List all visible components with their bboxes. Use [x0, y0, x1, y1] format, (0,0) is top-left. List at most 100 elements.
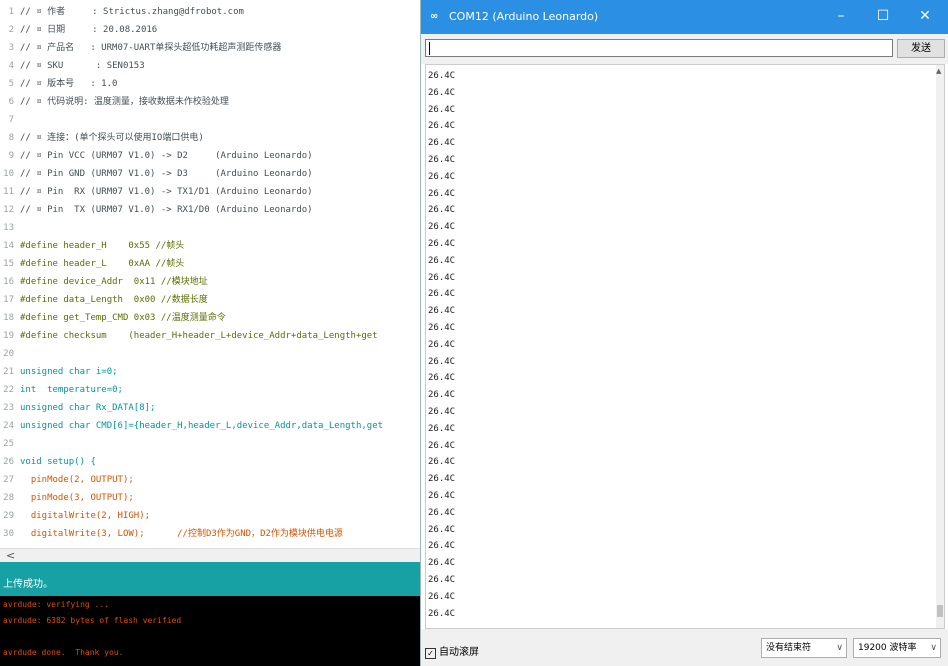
code-text: #define device_Addr 0x11 //模块地址	[20, 277, 208, 287]
code-line: 27 pinMode(2, OUTPUT);	[0, 472, 134, 488]
code-line: 9 // ¤ Pin VCC (URM07 V1.0) -> D2 (Arduin…	[0, 148, 313, 164]
serial-reading: 26.4C	[428, 255, 456, 266]
arduino-logo-icon: ∞	[430, 11, 439, 22]
serial-reading: 26.4C	[428, 222, 456, 233]
code-text: // ¤ 代码说明: 温度测量，接收数据未作校验处理	[20, 97, 229, 107]
code-text: // ¤ SKU : SEN0153	[20, 61, 145, 71]
code-line: 19 #define checksum (header_H+header_L+de…	[0, 328, 378, 344]
code-line: 17 #define data_Length 0x00 //数据长度	[0, 292, 208, 308]
code-text: #define header_H 0x55 //帧头	[20, 241, 185, 251]
scroll-up-icon[interactable]: ▲	[936, 67, 941, 75]
code-text: #define header_L 0xAA //帧头	[20, 259, 185, 269]
code-line: 11 // ¤ Pin RX (URM07 V1.0) -> TX1/D1 (Ar…	[0, 184, 312, 200]
console-line: avrdude: 6382 bytes of flash verified	[3, 616, 182, 625]
baud-rate-select[interactable]: 19200 波特率 ∨	[853, 638, 941, 658]
code-text: #define checksum (header_H+header_L+devi…	[20, 331, 378, 341]
code-line: 23 unsigned char Rx_DATA[8];	[0, 400, 155, 416]
text-caret	[429, 42, 430, 55]
line-number: 17	[3, 295, 14, 305]
code-line: 25	[0, 436, 20, 452]
line-number: 15	[3, 259, 14, 269]
code-line: 2 // ¤ 日期 : 20.08.2016	[0, 22, 158, 38]
scrollbar-thumb[interactable]	[937, 605, 943, 617]
serial-output[interactable]: ▲ 26.4C 26.4C 26.4C 26.4C 26.4C 26.4C 26.4C 26.…	[425, 64, 945, 629]
code-text: // ¤ Pin VCC (URM07 V1.0) -> D2 (Arduino…	[20, 151, 313, 161]
serial-reading: 26.4C	[428, 507, 456, 518]
code-line: 26 void setup() {	[0, 454, 96, 470]
line-number: 19	[3, 331, 14, 341]
line-number: 21	[3, 367, 14, 377]
chevron-down-icon: ∨	[836, 643, 843, 653]
serial-reading: 26.4C	[428, 289, 456, 300]
line-number: 27	[3, 475, 14, 485]
line-number: 29	[3, 511, 14, 521]
serial-reading: 26.4C	[428, 575, 456, 585]
line-number: 8	[8, 133, 14, 143]
horizontal-scrollbar[interactable]: <	[0, 548, 420, 563]
line-number: 26	[3, 457, 14, 467]
send-input[interactable]	[425, 39, 893, 57]
serial-reading: 26.4C	[428, 205, 456, 216]
serial-reading: 26.4C	[428, 121, 456, 132]
scroll-left-icon[interactable]: <	[6, 549, 15, 563]
code-text: int temperature=0;	[20, 385, 123, 395]
code-line: 4 // ¤ SKU : SEN0153	[0, 58, 145, 74]
line-number: 10	[3, 169, 14, 179]
chevron-down-icon: ∨	[930, 643, 937, 653]
console-line: avrdude: verifying ...	[3, 600, 109, 609]
close-icon[interactable]: ✕	[905, 0, 945, 34]
code-text: // ¤ Pin TX (URM07 V1.0) -> RX1/D0 (Ardu…	[20, 205, 313, 215]
minimize-icon[interactable]: –	[821, 0, 861, 34]
code-line: 3 // ¤ 产品名 : URM07-UART单探头超低功耗超声测距传感器	[0, 40, 282, 56]
code-line: 15 #define header_L 0xAA //帧头	[0, 256, 184, 272]
serial-reading: 26.4C	[428, 339, 456, 350]
line-number: 22	[3, 385, 14, 395]
serial-reading: 26.4C	[428, 272, 456, 283]
code-line: 13	[0, 220, 20, 236]
code-text: unsigned char i=0;	[20, 367, 118, 377]
code-line: 20	[0, 346, 20, 362]
serial-reading: 26.4C	[428, 407, 456, 417]
code-line: 18 #define get_Temp_CMD 0x03 //温度测量命令	[0, 310, 226, 326]
console-line: avrdude done. Thank you.	[3, 648, 124, 657]
code-line: 22 int temperature=0;	[0, 382, 123, 398]
code-text: void setup() {	[20, 457, 96, 467]
line-number: 23	[3, 403, 14, 413]
serial-titlebar: ∞ COM12 (Arduino Leonardo) – ☐ ✕	[421, 0, 948, 34]
code-text: digitalWrite(3, LOW); //控制D3作为GND，D2作为模块…	[20, 529, 343, 539]
send-button[interactable]: 发送	[897, 39, 945, 58]
line-number: 4	[8, 61, 14, 71]
serial-reading: 26.4C	[428, 423, 456, 434]
vertical-scrollbar[interactable]: ▲	[936, 65, 944, 628]
serial-reading: 26.4C	[428, 239, 456, 249]
autoscroll-checkbox[interactable]: ✓ 自动滚屏	[425, 643, 479, 659]
line-number: 30	[3, 529, 14, 539]
line-ending-select[interactable]: 没有结束符 ∨	[761, 638, 847, 658]
code-editor[interactable]: 1 // ¤ 作者 : Strictus.zhang@dfrobot.com 2 //…	[0, 0, 420, 548]
serial-bottom-bar: ✓ 自动滚屏 没有结束符 ∨ 19200 波特率 ∨	[421, 629, 948, 666]
code-text: // ¤ 产品名 : URM07-UART单探头超低功耗超声测距传感器	[20, 43, 282, 53]
line-number: 16	[3, 277, 14, 287]
serial-reading: 26.4C	[428, 323, 456, 333]
serial-reading: 26.4C	[428, 558, 456, 569]
serial-reading: 26.4C	[428, 356, 456, 367]
line-number: 7	[8, 115, 14, 125]
window-title: COM12 (Arduino Leonardo)	[449, 10, 599, 23]
ide-status-bar: 上传成功。	[0, 568, 420, 596]
line-number: 11	[3, 187, 14, 197]
code-line: 16 #define device_Addr 0x11 //模块地址	[0, 274, 208, 290]
checkbox-icon[interactable]: ✓	[425, 648, 436, 659]
maximize-icon[interactable]: ☐	[863, 0, 903, 34]
code-text: digitalWrite(2, HIGH);	[20, 511, 151, 521]
code-line: 29 digitalWrite(2, HIGH);	[0, 508, 150, 524]
line-number: 5	[8, 79, 14, 89]
code-text: // ¤ 日期 : 20.08.2016	[20, 25, 158, 35]
serial-reading: 26.4C	[428, 457, 456, 468]
serial-reading: 26.4C	[428, 188, 456, 199]
code-line: 30 digitalWrite(3, LOW); //控制D3作为GND，D2作…	[0, 526, 343, 542]
code-text: // ¤ 连接：(单个探头可以使用IO端口供电)	[20, 133, 204, 143]
serial-reading: 26.4C	[428, 474, 456, 485]
line-number: 6	[8, 97, 14, 107]
serial-reading: 26.4C	[428, 71, 456, 81]
code-text: // ¤ 版本号 : 1.0	[20, 79, 118, 89]
